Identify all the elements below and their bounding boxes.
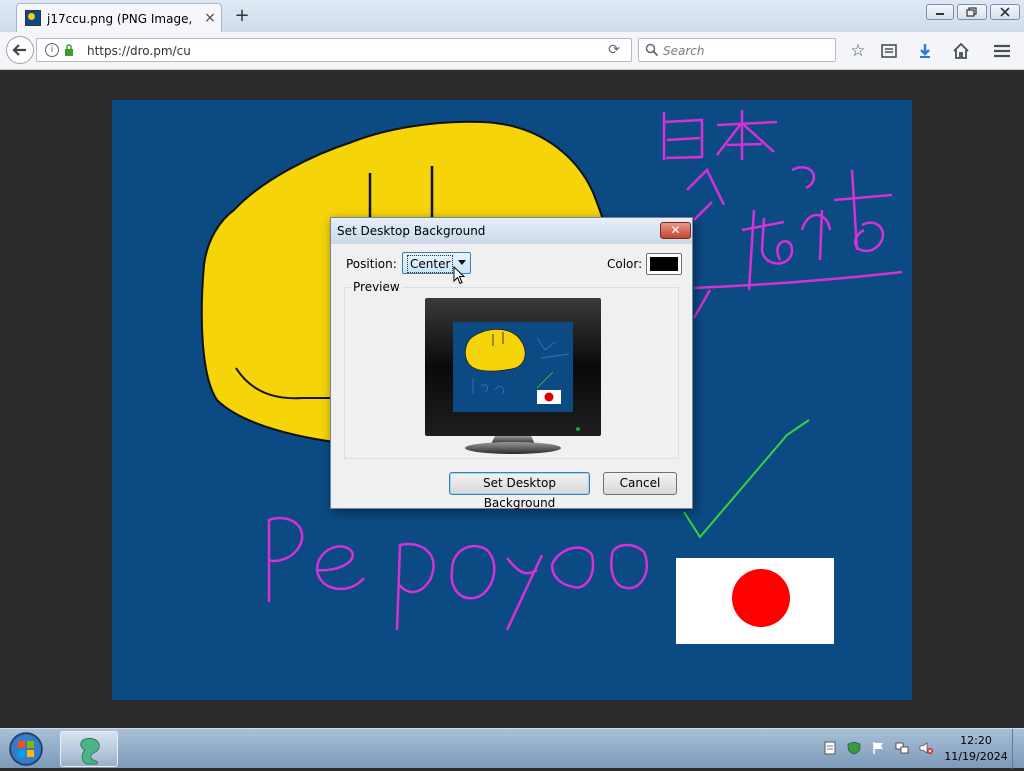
taskbar-app-button[interactable] [60, 731, 118, 767]
color-label: Color: [607, 257, 643, 271]
network-icon[interactable] [895, 741, 909, 755]
color-picker-button[interactable] [646, 253, 682, 275]
dialog-title: Set Desktop Background [337, 224, 486, 238]
tab-close-icon[interactable]: × [203, 9, 217, 27]
home-icon[interactable] [950, 40, 972, 62]
chevron-down-icon [458, 260, 466, 265]
browser-titlebar: j17ccu.png (PNG Image, 800 × 600 pixels)… [0, 0, 1024, 32]
tab-title: j17ccu.png (PNG Image, 800 × 600 pixels) [47, 12, 193, 26]
seahorse-app-icon [80, 737, 100, 765]
tab-image[interactable]: j17ccu.png (PNG Image, 800 × 600 pixels)… [16, 3, 222, 32]
cancel-button[interactable]: Cancel [603, 472, 677, 495]
set-desktop-background-dialog: Set Desktop Background ✕ Position: Cente… [330, 217, 693, 510]
mouse-cursor-icon [453, 266, 466, 285]
pink-text-pepoyo [267, 517, 649, 631]
position-label: Position: [346, 257, 397, 271]
reload-icon[interactable]: ⟳ [605, 42, 623, 58]
image-favicon-icon [25, 10, 41, 26]
shield-icon[interactable] [847, 741, 861, 755]
dialog-titlebar[interactable]: Set Desktop Background ✕ [331, 218, 692, 244]
windows-taskbar: 12:20 11/19/2024 [0, 728, 1024, 769]
minimize-button[interactable] [926, 4, 954, 20]
restore-icon [966, 7, 977, 17]
minimize-icon [936, 13, 944, 15]
dialog-close-button[interactable]: ✕ [660, 222, 691, 239]
green-checkmark [683, 419, 810, 539]
bookmark-star-icon[interactable]: ☆ [847, 40, 869, 62]
preview-label: Preview [351, 279, 402, 295]
preview-group: Preview [344, 279, 679, 459]
download-icon[interactable] [914, 40, 936, 62]
navigation-toolbar: i https://dro.pm/cu ⟳ Search ☆ [0, 32, 1024, 70]
pink-japanese-writing [662, 110, 903, 319]
restore-button[interactable] [957, 4, 987, 20]
reading-list-icon[interactable] [878, 40, 900, 62]
color-swatch [650, 257, 678, 271]
japan-flag-sun [732, 569, 790, 627]
set-desktop-background-button[interactable]: Set Desktop Background [449, 472, 590, 510]
document-tray-icon[interactable] [823, 741, 837, 755]
start-button[interactable] [6, 730, 46, 768]
close-icon [1000, 7, 1010, 17]
url-bar[interactable]: i https://dro.pm/cu ⟳ [36, 38, 632, 62]
clock-time[interactable]: 12:20 [954, 734, 998, 748]
info-icon[interactable]: i [45, 43, 59, 57]
url-text[interactable]: https://dro.pm/cu [87, 43, 191, 59]
window-close-button[interactable] [990, 4, 1020, 20]
position-select-value: Center [407, 255, 454, 273]
volume-muted-icon[interactable] [919, 741, 933, 755]
monitor-preview [425, 298, 601, 454]
arrow-left-icon [12, 44, 26, 56]
back-button[interactable] [6, 36, 34, 64]
clock-date[interactable]: 11/19/2024 [944, 750, 1008, 764]
lock-icon [65, 44, 73, 56]
flag-icon[interactable] [871, 741, 885, 755]
search-placeholder: Search [663, 44, 705, 58]
show-desktop-button[interactable] [1012, 729, 1024, 769]
search-input[interactable]: Search [638, 38, 836, 62]
windows-logo-icon [9, 732, 43, 766]
search-icon [645, 43, 659, 57]
menu-icon[interactable] [991, 40, 1013, 62]
new-tab-button[interactable]: + [232, 5, 252, 27]
